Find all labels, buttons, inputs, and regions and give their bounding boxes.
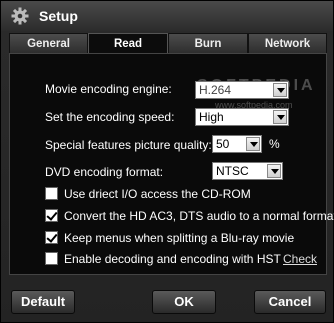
direct-io-checkbox[interactable]: [45, 187, 58, 200]
check-link[interactable]: Check: [283, 252, 317, 266]
window-title: Setup: [39, 8, 78, 24]
engine-select-value: H.264: [199, 83, 232, 97]
hst-checkbox[interactable]: [45, 252, 58, 265]
format-select-value: NTSC: [216, 164, 249, 178]
tab-network[interactable]: Network: [248, 33, 327, 53]
keep-menus-checkbox[interactable]: [45, 231, 58, 244]
convert-audio-label: Convert the HD AC3, DTS audio to a norma…: [64, 209, 334, 223]
direct-io-label: Use driect I/O access the CD-ROM: [64, 187, 251, 201]
keep-menus-label: Keep menus when splitting a Blu-ray movi…: [64, 231, 295, 245]
engine-select[interactable]: H.264: [195, 81, 289, 99]
tab-burn[interactable]: Burn: [168, 33, 248, 53]
default-button[interactable]: Default: [11, 290, 75, 314]
quality-select[interactable]: 50: [212, 135, 262, 153]
convert-audio-checkbox[interactable]: [45, 209, 58, 222]
chevron-down-icon[interactable]: [246, 137, 260, 151]
format-label: DVD encoding format:: [45, 165, 164, 179]
checkmark-icon: [46, 231, 58, 243]
cancel-button[interactable]: Cancel: [254, 290, 326, 314]
ok-button[interactable]: OK: [152, 290, 216, 314]
speed-select-value: High: [199, 110, 224, 124]
tab-bar: General Read Burn Network: [9, 33, 327, 55]
hst-label: Enable decoding and encoding with HST: [64, 252, 281, 266]
quality-label: Special features picture quality:: [45, 138, 212, 152]
format-select[interactable]: NTSC: [212, 162, 283, 180]
quality-select-value: 50: [216, 137, 230, 151]
checkmark-icon: [46, 209, 58, 221]
engine-label: Movie encoding engine:: [45, 82, 172, 96]
quality-unit: %: [269, 137, 280, 151]
speed-select[interactable]: High: [195, 108, 289, 126]
title-bar[interactable]: Setup: [1, 1, 333, 31]
gear-icon: [11, 7, 29, 25]
tab-general[interactable]: General: [9, 33, 88, 53]
chevron-down-icon[interactable]: [273, 110, 287, 124]
speed-label: Set the encoding speed:: [45, 110, 175, 124]
setup-window: Setup General Read Burn Network SOFTPEDI…: [0, 0, 334, 323]
tab-read[interactable]: Read: [88, 33, 168, 55]
chevron-down-icon[interactable]: [273, 83, 287, 97]
chevron-down-icon[interactable]: [267, 164, 281, 178]
